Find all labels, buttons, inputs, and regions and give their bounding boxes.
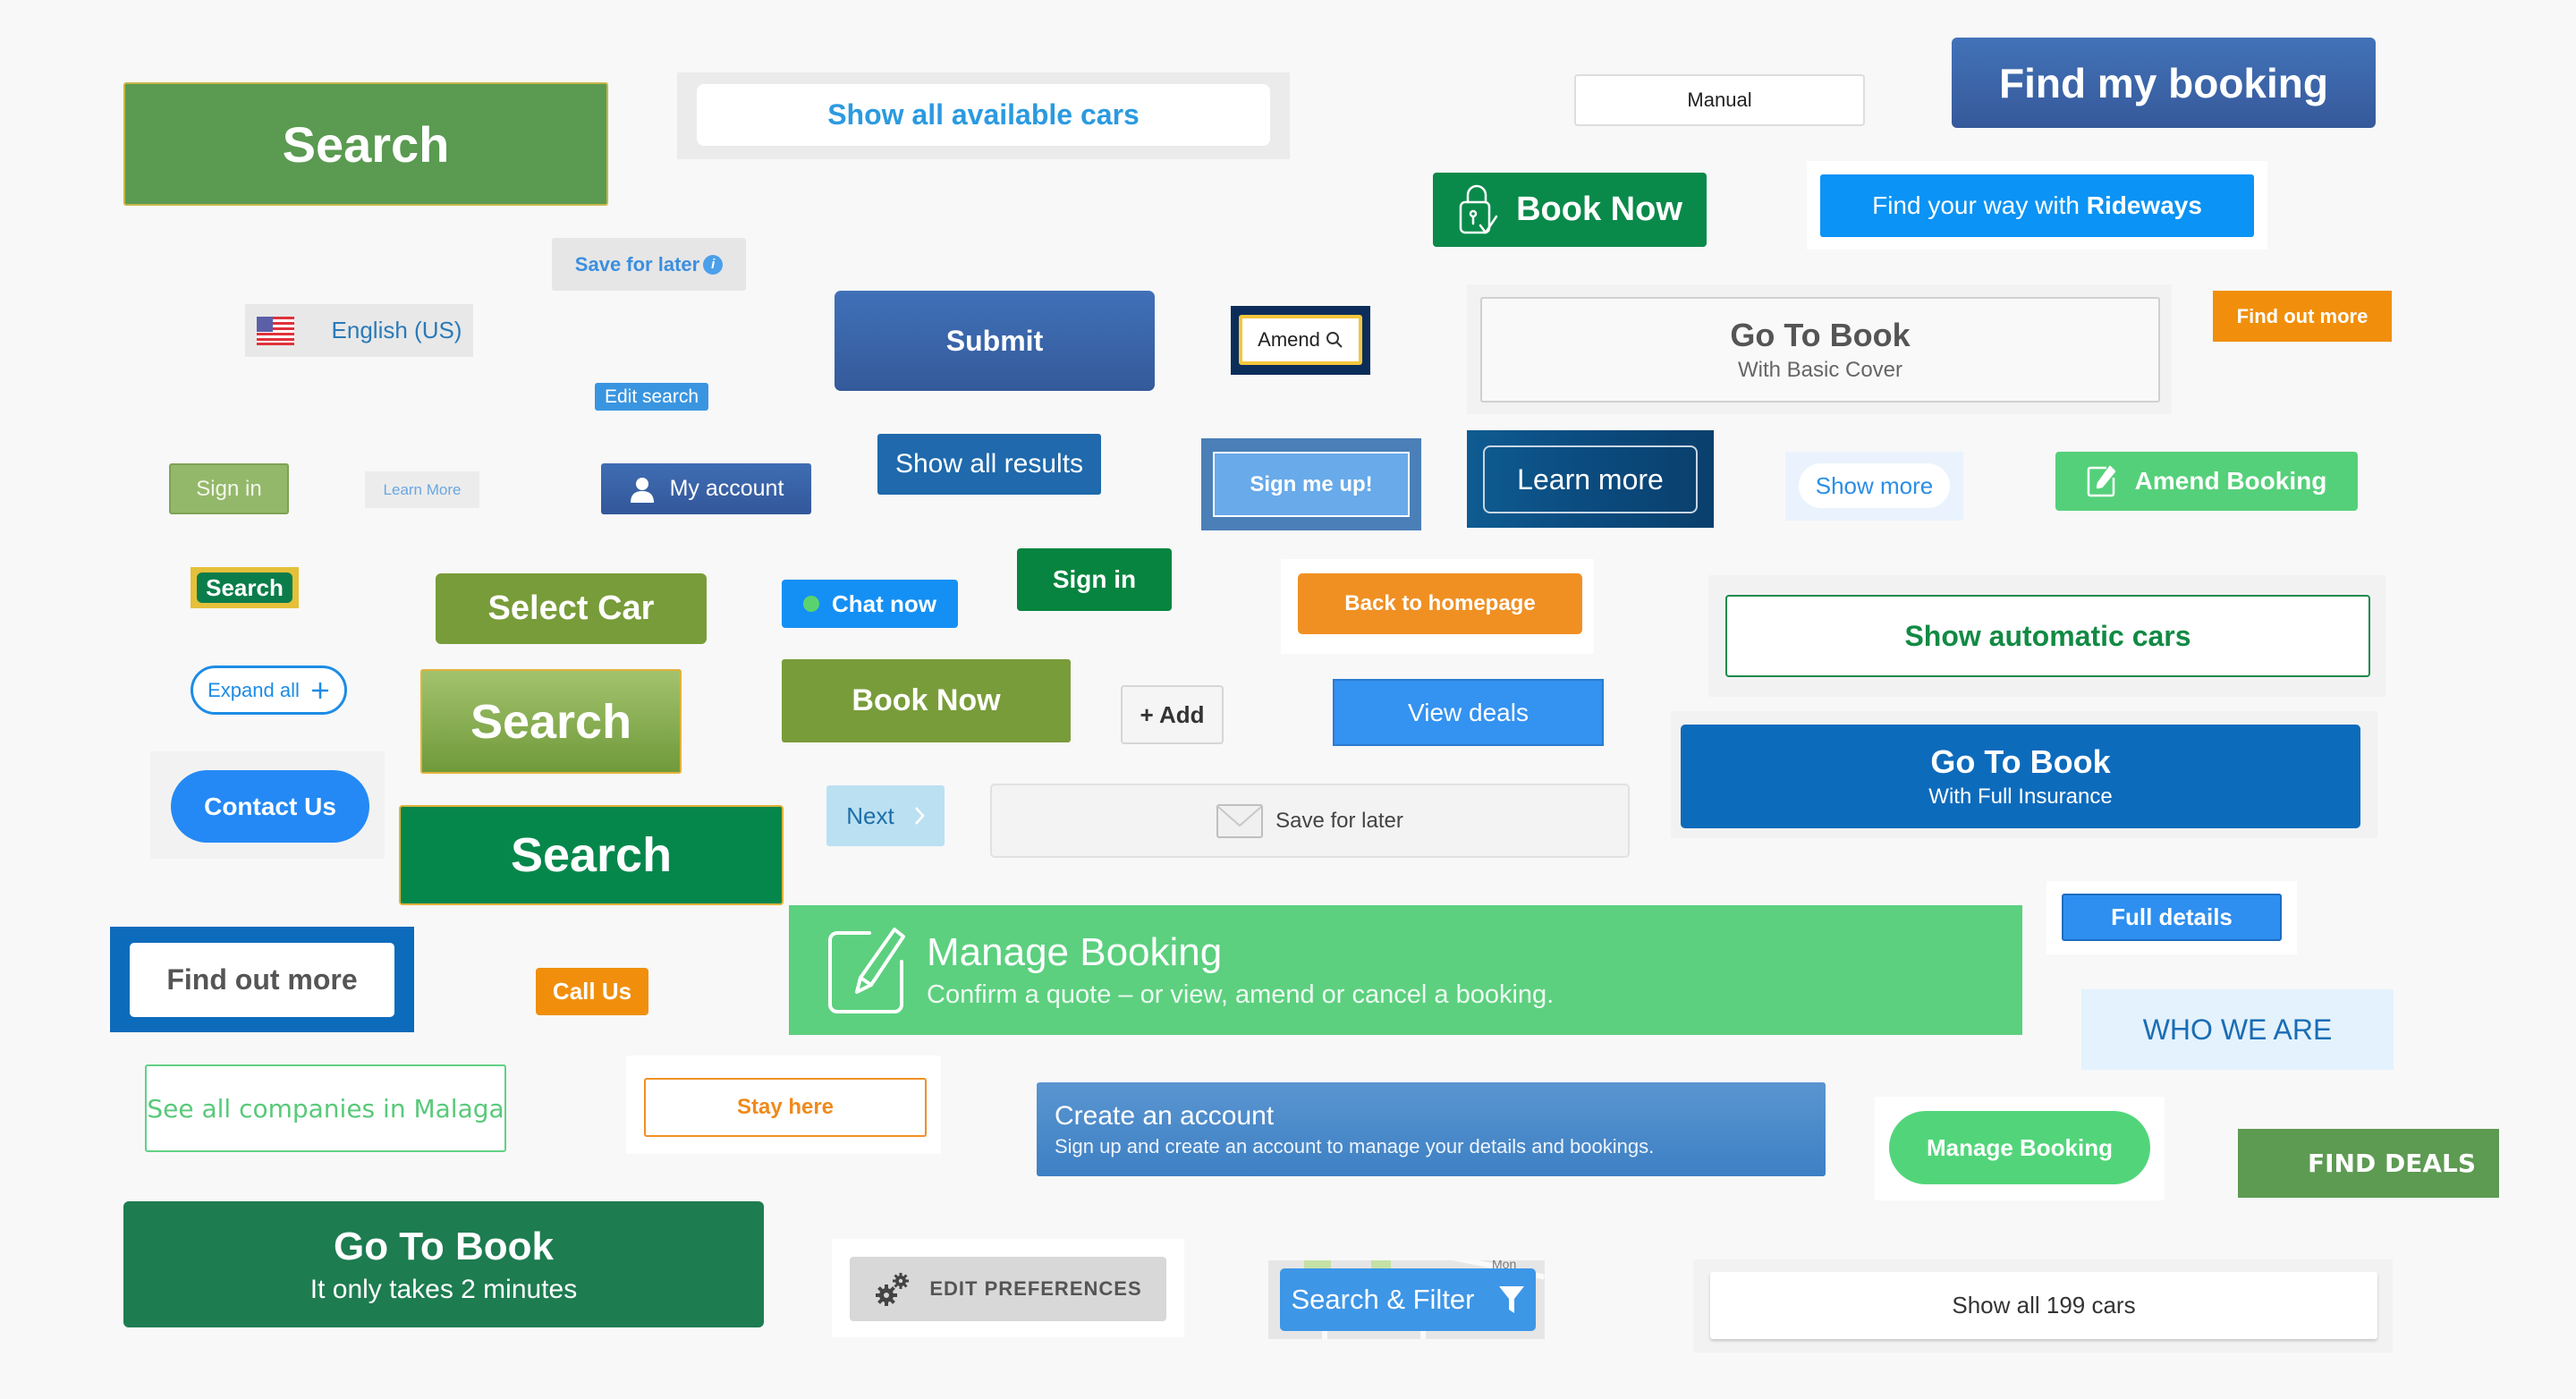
search-icon	[1326, 331, 1343, 349]
go-to-book-basic-button[interactable]: Go To Book With Basic Cover	[1480, 297, 2160, 403]
my-account-label: My account	[669, 476, 784, 501]
save-for-later-email-button[interactable]: Save for later	[990, 784, 1630, 858]
go-to-book-title: Go To Book	[1730, 317, 1911, 353]
who-we-are-button[interactable]: WHO WE ARE	[2081, 989, 2394, 1070]
back-to-homepage-button[interactable]: Back to homepage	[1298, 573, 1582, 634]
search-button[interactable]: Search	[123, 82, 608, 206]
find-out-more-button[interactable]: Find out more	[130, 943, 394, 1017]
select-car-button[interactable]: Select Car	[436, 573, 707, 644]
edit-icon	[825, 926, 909, 1015]
edit-preferences-label: EDIT PREFERENCES	[929, 1277, 1142, 1300]
amend-booking-label: Amend Booking	[2134, 467, 2327, 495]
manage-booking-subtitle: Confirm a quote – or view, amend or canc…	[927, 980, 1555, 1009]
save-for-later-label: Save for later	[574, 252, 700, 276]
filter-icon	[1498, 1285, 1525, 1315]
show-all-199-cars-button[interactable]: Show all 199 cars	[1710, 1272, 2377, 1339]
find-out-more-orange-button[interactable]: Find out more	[2213, 291, 2392, 342]
learn-more-small-button[interactable]: Learn More	[365, 471, 479, 508]
search-filter-button[interactable]: Search & Filter	[1280, 1268, 1536, 1331]
stay-here-button[interactable]: Stay here	[644, 1078, 927, 1137]
full-details-button[interactable]: Full details	[2062, 894, 2282, 941]
next-label: Next	[846, 801, 894, 829]
go-to-book-quick-button[interactable]: Go To Book It only takes 2 minutes	[123, 1201, 764, 1327]
go-to-book-subtitle: With Basic Cover	[1737, 358, 1903, 382]
search-dark-green-button[interactable]: Search	[399, 805, 784, 905]
submit-button[interactable]: Submit	[835, 291, 1155, 391]
amend-booking-button[interactable]: Amend Booking	[2055, 452, 2358, 511]
amend-search-button[interactable]: Amend	[1239, 315, 1362, 365]
create-account-title: Create an account	[1055, 1100, 1275, 1131]
info-icon: i	[703, 254, 724, 275]
envelope-icon	[1216, 803, 1264, 838]
expand-all-label: Expand all	[208, 678, 300, 701]
go-to-book-title: Go To Book	[1930, 743, 2111, 780]
learn-more-button[interactable]: Learn more	[1483, 445, 1698, 513]
plus-icon	[310, 681, 330, 700]
manage-booking-title: Manage Booking	[927, 930, 1223, 974]
sign-in-button[interactable]: Sign in	[1017, 548, 1172, 611]
search-small-button[interactable]: Search	[197, 572, 292, 603]
go-to-book-title: Go To Book	[333, 1224, 555, 1268]
manage-booking-button[interactable]: Manage Booking	[1889, 1111, 2150, 1184]
find-deals-button[interactable]: FIND DEALS	[2238, 1129, 2499, 1198]
go-to-book-subtitle: With Full Insurance	[1928, 784, 2113, 809]
see-all-companies-button[interactable]: See all companies in Malaga	[145, 1064, 506, 1152]
edit-icon	[2087, 465, 2117, 497]
search-filter-label: Search & Filter	[1291, 1284, 1475, 1315]
manual-transmission-button[interactable]: Manual	[1574, 74, 1865, 126]
next-button[interactable]: Next	[826, 785, 945, 846]
show-all-results-button[interactable]: Show all results	[877, 434, 1101, 495]
sign-in-light-button[interactable]: Sign in	[169, 463, 289, 514]
create-account-subtitle: Sign up and create an account to manage …	[1055, 1134, 1655, 1157]
show-more-button[interactable]: Show more	[1799, 463, 1950, 508]
show-automatic-cars-button[interactable]: Show automatic cars	[1725, 595, 2370, 677]
expand-all-button[interactable]: Expand all	[191, 666, 347, 715]
online-dot-icon	[803, 596, 819, 612]
save-for-later-button[interactable]: Save for later i	[552, 238, 746, 291]
add-button[interactable]: + Add	[1121, 685, 1224, 744]
call-us-button[interactable]: Call Us	[536, 968, 648, 1015]
edit-preferences-button[interactable]: EDIT PREFERENCES	[850, 1257, 1166, 1321]
book-now-label: Book Now	[1516, 191, 1682, 228]
language-selector[interactable]: English (US)	[245, 304, 473, 357]
chat-now-button[interactable]: Chat now	[782, 580, 958, 628]
save-for-later-label: Save for later	[1275, 808, 1403, 833]
show-all-available-cars-button[interactable]: Show all available cars	[697, 84, 1270, 146]
rideways-button[interactable]: Find your way with Rideways	[1820, 174, 2254, 237]
my-account-button[interactable]: My account	[601, 463, 811, 514]
search-gradient-button[interactable]: Search	[420, 669, 682, 774]
rideways-prefix: Find your way with	[1872, 191, 2087, 219]
contact-us-button[interactable]: Contact Us	[171, 770, 369, 843]
find-my-booking-button[interactable]: Find my booking	[1952, 38, 2376, 128]
amend-label: Amend	[1258, 328, 1320, 351]
book-now-button[interactable]: Book Now	[782, 659, 1071, 742]
manage-booking-banner-button[interactable]: Manage Booking Confirm a quote – or view…	[789, 905, 2022, 1035]
view-deals-button[interactable]: View deals	[1333, 679, 1604, 746]
gears-icon	[874, 1270, 911, 1308]
edit-search-button[interactable]: Edit search	[595, 383, 708, 411]
rideways-brand: Rideways	[2086, 191, 2202, 219]
create-account-button[interactable]: Create an account Sign up and create an …	[1037, 1082, 1826, 1176]
user-icon	[629, 476, 656, 503]
sign-me-up-button[interactable]: Sign me up!	[1213, 452, 1410, 517]
go-to-book-subtitle: It only takes 2 minutes	[309, 1274, 578, 1304]
chevron-right-icon	[914, 806, 925, 826]
us-flag-icon	[256, 316, 294, 345]
go-to-book-full-button[interactable]: Go To Book With Full Insurance	[1681, 725, 2360, 828]
book-now-secure-button[interactable]: Book Now	[1433, 173, 1707, 247]
lock-check-icon	[1457, 184, 1500, 236]
language-label: English (US)	[331, 317, 462, 343]
chat-now-label: Chat now	[832, 589, 936, 617]
